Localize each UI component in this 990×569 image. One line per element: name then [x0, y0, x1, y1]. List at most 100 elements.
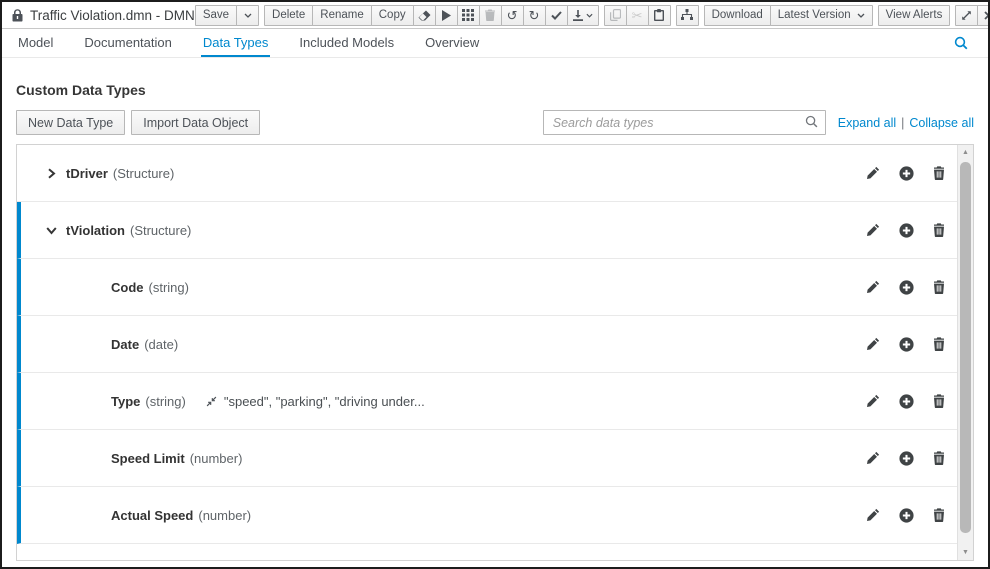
import-data-object-button[interactable]: Import Data Object: [131, 110, 260, 135]
edit-pencil-icon-button[interactable]: [866, 394, 880, 408]
row-actions: [866, 166, 945, 181]
rename-button[interactable]: Rename: [312, 5, 371, 26]
data-type-name: Actual Speed: [111, 508, 193, 523]
delete-trash-icon-button[interactable]: [933, 394, 945, 408]
vertical-scrollbar[interactable]: ▲ ▼: [957, 145, 973, 560]
edit-pencil-icon-button[interactable]: [866, 451, 880, 465]
expand-icon-button[interactable]: [955, 5, 978, 26]
tab-bar: Model Documentation Data Types Included …: [2, 29, 988, 58]
tab-model[interactable]: Model: [16, 29, 55, 57]
grid-icon-button[interactable]: [457, 5, 480, 26]
add-field-icon-button[interactable]: [899, 337, 914, 352]
delete-trash-icon-button[interactable]: [933, 280, 945, 294]
window-title: Traffic Violation.dmn - DMN: [30, 8, 195, 23]
add-field-icon-button[interactable]: [899, 394, 914, 409]
constraint: "speed", "parking", "driving under...: [206, 394, 425, 409]
data-type-name: tViolation: [66, 223, 125, 238]
lock-icon: [12, 9, 23, 22]
add-field-icon-button[interactable]: [899, 223, 914, 238]
search-input-icon: [805, 115, 818, 133]
tab-data-types[interactable]: Data Types: [201, 29, 271, 57]
scrollbar-thumb[interactable]: [960, 162, 971, 533]
row-actions: [866, 337, 945, 352]
cut-icon-button[interactable]: ✂: [626, 5, 649, 26]
delete-button[interactable]: Delete: [264, 5, 313, 26]
validate-check-icon-button[interactable]: [545, 5, 568, 26]
edit-pencil-icon-button[interactable]: [866, 280, 880, 294]
save-dropdown-caret[interactable]: [236, 5, 259, 26]
row-actions: [866, 280, 945, 295]
duplicate-icon-button[interactable]: [604, 5, 627, 26]
title-bar: Traffic Violation.dmn - DMN Save Delete …: [2, 2, 988, 29]
constraint-icon: [206, 396, 217, 407]
data-type-name: Date: [111, 337, 139, 352]
new-data-type-button[interactable]: New Data Type: [16, 110, 125, 135]
data-types-panel: tDriver (Structure) tViolation (Structur…: [16, 144, 974, 561]
edit-pencil-icon-button[interactable]: [866, 223, 880, 237]
data-type-row[interactable]: Actual Speed (number): [17, 487, 957, 544]
tab-documentation[interactable]: Documentation: [82, 29, 173, 57]
expander-icon[interactable]: [45, 225, 57, 236]
search-data-types-input[interactable]: [543, 110, 826, 135]
data-type-name: Speed Limit: [111, 451, 185, 466]
data-type-row[interactable]: Date (date): [17, 316, 957, 373]
data-type-name: Code: [111, 280, 144, 295]
add-field-icon-button[interactable]: [899, 451, 914, 466]
search-box: [543, 110, 826, 135]
dmn-editor-window: Traffic Violation.dmn - DMN Save Delete …: [0, 0, 990, 569]
data-type-kind: (string): [145, 394, 185, 409]
delete-trash-icon-button[interactable]: [933, 508, 945, 522]
download-button[interactable]: Download: [704, 5, 771, 26]
scroll-down-arrow[interactable]: ▼: [958, 545, 973, 560]
data-types-page: Custom Data Types New Data Type Import D…: [2, 82, 988, 561]
edit-pencil-icon-button[interactable]: [866, 508, 880, 522]
view-alerts-button[interactable]: View Alerts: [878, 5, 951, 26]
data-type-kind: (Structure): [130, 223, 191, 238]
row-actions: [866, 223, 945, 238]
eraser-icon-button[interactable]: [413, 5, 436, 26]
controls-row: New Data Type Import Data Object Expand …: [16, 110, 974, 135]
trash-icon-button[interactable]: [479, 5, 502, 26]
data-type-row[interactable]: Speed Limit (number): [17, 430, 957, 487]
page-title: Custom Data Types: [16, 82, 974, 98]
links-divider: |: [901, 116, 904, 130]
project-tree-icon-button[interactable]: [676, 5, 699, 26]
close-icon-button[interactable]: [977, 5, 990, 26]
paste-icon-button[interactable]: [648, 5, 671, 26]
add-field-icon-button[interactable]: [899, 508, 914, 523]
copy-button[interactable]: Copy: [371, 5, 414, 26]
data-type-name: Type: [111, 394, 140, 409]
expander-icon[interactable]: [45, 168, 57, 179]
save-button[interactable]: Save: [195, 5, 237, 26]
version-dropdown-label: Latest Version: [778, 9, 851, 21]
tab-included-models[interactable]: Included Models: [297, 29, 396, 57]
row-actions: [866, 508, 945, 523]
row-actions: [866, 451, 945, 466]
delete-trash-icon-button[interactable]: [933, 166, 945, 180]
play-icon-button[interactable]: [435, 5, 458, 26]
undo-icon-button[interactable]: ↺: [501, 5, 524, 26]
edit-pencil-icon-button[interactable]: [866, 337, 880, 351]
add-field-icon-button[interactable]: [899, 166, 914, 181]
search-icon[interactable]: [948, 29, 974, 57]
add-field-icon-button[interactable]: [899, 280, 914, 295]
data-type-kind: (number): [190, 451, 243, 466]
edit-pencil-icon-button[interactable]: [866, 166, 880, 180]
row-actions: [866, 394, 945, 409]
data-type-kind: (Structure): [113, 166, 174, 181]
data-type-row[interactable]: Type (string) "speed", "parking", "drivi…: [17, 373, 957, 430]
toolbar: Save Delete Rename Copy ↺ ↻ ✂: [195, 5, 990, 26]
scroll-up-arrow[interactable]: ▲: [958, 145, 973, 160]
data-type-row[interactable]: tViolation (Structure): [17, 202, 957, 259]
version-dropdown-button[interactable]: Latest Version: [770, 5, 873, 26]
download-icon-button[interactable]: [567, 5, 599, 26]
data-type-row[interactable]: Code (string): [17, 259, 957, 316]
redo-icon-button[interactable]: ↻: [523, 5, 546, 26]
delete-trash-icon-button[interactable]: [933, 451, 945, 465]
delete-trash-icon-button[interactable]: [933, 337, 945, 351]
expand-all-link[interactable]: Expand all: [838, 116, 896, 130]
delete-trash-icon-button[interactable]: [933, 223, 945, 237]
data-type-row[interactable]: tDriver (Structure): [17, 145, 957, 202]
tab-overview[interactable]: Overview: [423, 29, 481, 57]
collapse-all-link[interactable]: Collapse all: [909, 116, 974, 130]
